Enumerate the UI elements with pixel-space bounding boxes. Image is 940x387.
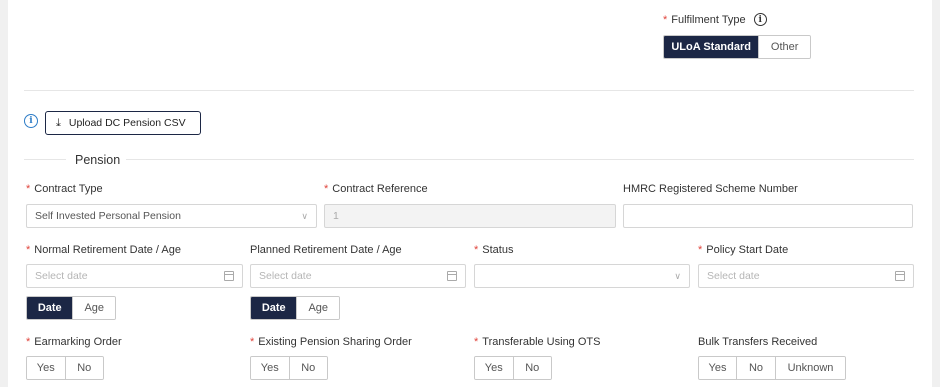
- option-yes[interactable]: Yes: [251, 357, 290, 379]
- bulk-transfers-label: Bulk Transfers Received: [698, 336, 818, 348]
- calendar-icon: [224, 271, 234, 281]
- policy-start-date-picker[interactable]: Select date: [698, 264, 914, 288]
- toggle-date[interactable]: Date: [27, 297, 74, 319]
- option-yes[interactable]: Yes: [475, 357, 514, 379]
- contract-reference-input: 1: [324, 204, 616, 228]
- option-no[interactable]: No: [65, 357, 103, 379]
- toggle-age[interactable]: Age: [297, 297, 339, 319]
- upload-icon: ⤓: [56, 116, 61, 129]
- option-yes[interactable]: Yes: [27, 357, 66, 379]
- earmarking-order-toggle: Yes No: [26, 356, 104, 380]
- date-placeholder: Select date: [259, 270, 312, 282]
- hmrc-scheme-label: HMRC Registered Scheme Number: [623, 183, 798, 195]
- upload-button-label: Upload DC Pension CSV: [68, 117, 186, 129]
- contract-type-value: Self Invested Personal Pension: [35, 210, 181, 222]
- upload-dc-pension-csv-button[interactable]: ⤓ Upload DC Pension CSV: [45, 111, 201, 135]
- divider: [126, 159, 914, 160]
- fulfilment-type-label: * Fulfilment Type i: [663, 13, 767, 26]
- contract-type-select[interactable]: Self Invested Personal Pension ∨: [26, 204, 317, 228]
- ots-label: * Transferable Using OTS: [474, 336, 601, 348]
- hmrc-scheme-input[interactable]: [623, 204, 913, 228]
- divider: [24, 159, 66, 160]
- earmarking-order-label: * Earmarking Order: [26, 336, 122, 348]
- planned-retirement-date-age-toggle: Date Age: [250, 296, 340, 320]
- toggle-date[interactable]: Date: [251, 297, 298, 319]
- normal-retirement-date-picker[interactable]: Select date: [26, 264, 243, 288]
- section-title: Pension: [75, 153, 121, 167]
- date-placeholder: Select date: [35, 270, 88, 282]
- option-no[interactable]: No: [513, 357, 551, 379]
- bulk-transfers-toggle: Yes No Unknown: [698, 356, 846, 380]
- planned-retirement-label: Planned Retirement Date / Age: [250, 244, 402, 256]
- option-no[interactable]: No: [289, 357, 327, 379]
- info-icon[interactable]: i: [753, 13, 767, 26]
- fulfilment-option-other[interactable]: Other: [759, 36, 810, 58]
- toggle-age[interactable]: Age: [73, 297, 115, 319]
- calendar-icon: [895, 271, 905, 281]
- option-yes[interactable]: Yes: [699, 357, 737, 379]
- contract-reference-label: * Contract Reference: [324, 183, 428, 195]
- contract-reference-value: 1: [333, 210, 339, 222]
- info-icon-upload[interactable]: i: [24, 114, 38, 128]
- fulfilment-type-toggle: ULoA Standard Other: [663, 35, 811, 59]
- ots-toggle: Yes No: [474, 356, 552, 380]
- option-unknown[interactable]: Unknown: [776, 357, 845, 379]
- planned-retirement-date-picker[interactable]: Select date: [250, 264, 466, 288]
- normal-retirement-date-age-toggle: Date Age: [26, 296, 116, 320]
- pension-sharing-toggle: Yes No: [250, 356, 328, 380]
- divider: [24, 90, 914, 91]
- required-marker: *: [663, 13, 668, 26]
- date-placeholder: Select date: [707, 270, 760, 282]
- option-no[interactable]: No: [737, 357, 776, 379]
- contract-type-label: * Contract Type: [26, 183, 103, 195]
- pension-sharing-label: * Existing Pension Sharing Order: [250, 336, 412, 348]
- fulfilment-type-text: Fulfilment Type: [671, 13, 746, 26]
- policy-start-label: * Policy Start Date: [698, 244, 789, 256]
- calendar-icon: [447, 271, 457, 281]
- fulfilment-option-uloa[interactable]: ULoA Standard: [664, 36, 760, 58]
- form-panel: * Fulfilment Type i ULoA Standard Other …: [8, 0, 932, 387]
- normal-retirement-label: * Normal Retirement Date / Age: [26, 244, 182, 256]
- status-select[interactable]: ∨: [474, 264, 690, 288]
- chevron-down-icon: ∨: [301, 210, 308, 221]
- chevron-down-icon: ∨: [674, 270, 681, 281]
- status-label: * Status: [474, 244, 514, 256]
